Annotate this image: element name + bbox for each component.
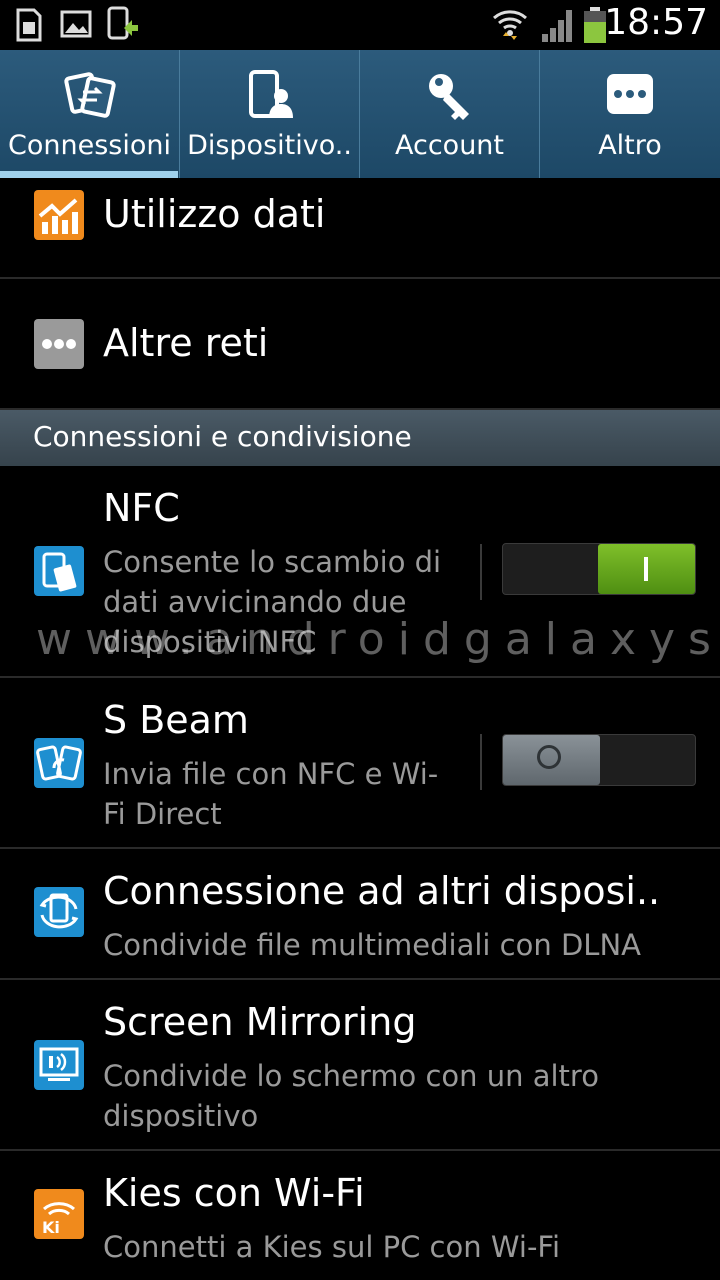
setting-title: Utilizzo dati bbox=[103, 192, 326, 236]
tab-altro[interactable]: Altro bbox=[540, 50, 720, 178]
data-usage-icon bbox=[34, 190, 84, 240]
device-icon bbox=[248, 70, 293, 118]
more-icon bbox=[607, 74, 653, 114]
setting-subtitle-line: dispositivo bbox=[103, 1099, 259, 1133]
tab-label: Dispositivo.. bbox=[187, 130, 352, 161]
nfc-icon bbox=[34, 546, 84, 596]
setting-kies-wifi[interactable]: Ki Kies con Wi-Fi Connetti a Kies sul PC… bbox=[0, 1151, 720, 1280]
active-tab-indicator bbox=[0, 171, 178, 178]
connections-icon bbox=[63, 72, 116, 118]
setting-subtitle-line: Condivide file multimediali con DLNA bbox=[103, 928, 641, 962]
setting-title: S Beam bbox=[103, 698, 249, 742]
svg-text:Ki: Ki bbox=[42, 1218, 60, 1237]
setting-title: Altre reti bbox=[103, 321, 269, 365]
tab-label: Connessioni bbox=[8, 130, 171, 161]
setting-subtitle-line: Fi Direct bbox=[103, 797, 222, 831]
tab-account[interactable]: Account bbox=[360, 50, 540, 178]
tab-connessioni[interactable]: Connessioni bbox=[0, 50, 180, 178]
signal-icon bbox=[542, 10, 572, 42]
toggle-off-knob bbox=[503, 735, 600, 785]
divider bbox=[480, 734, 482, 790]
wifi-icon bbox=[493, 10, 527, 40]
setting-title: Screen Mirroring bbox=[103, 1000, 417, 1044]
setting-more-networks[interactable]: Altre reti bbox=[0, 279, 720, 410]
clock: 18:57 bbox=[604, 2, 708, 43]
sd-card-icon bbox=[16, 8, 42, 42]
nfc-toggle[interactable] bbox=[502, 543, 696, 595]
toggle-on-knob bbox=[598, 544, 695, 594]
settings-tab-bar: Connessioni Dispositivo.. Account Altro bbox=[0, 50, 720, 178]
more-networks-icon bbox=[34, 319, 84, 369]
key-icon bbox=[428, 74, 469, 120]
tab-label: Altro bbox=[598, 130, 662, 161]
setting-screen-mirroring[interactable]: Screen Mirroring Condivide lo schermo co… bbox=[0, 980, 720, 1151]
watermark: www.androidgalaxys.net bbox=[36, 614, 720, 665]
nearby-devices-icon bbox=[34, 887, 84, 937]
setting-title: Connessione ad altri disposi.. bbox=[103, 869, 661, 913]
kies-icon: Ki bbox=[34, 1189, 84, 1239]
phone-update-icon bbox=[107, 6, 138, 40]
setting-subtitle-line: Consente lo scambio di bbox=[103, 545, 442, 579]
setting-s-beam[interactable]: S Beam Invia file con NFC e Wi- Fi Direc… bbox=[0, 678, 720, 849]
tab-label: Account bbox=[394, 130, 504, 161]
s-beam-toggle[interactable] bbox=[502, 734, 696, 786]
tab-dispositivo[interactable]: Dispositivo.. bbox=[180, 50, 360, 178]
setting-title: Kies con Wi-Fi bbox=[103, 1171, 365, 1215]
image-icon bbox=[60, 10, 92, 38]
section-title: Connessioni e condivisione bbox=[33, 420, 412, 453]
section-header: Connessioni e condivisione bbox=[0, 410, 720, 466]
setting-subtitle-line: Condivide lo schermo con un altro bbox=[103, 1059, 599, 1093]
status-bar: 18:57 bbox=[0, 0, 720, 50]
setting-data-usage[interactable]: Utilizzo dati bbox=[0, 178, 720, 279]
divider bbox=[480, 544, 482, 600]
setting-subtitle-line: Invia file con NFC e Wi- bbox=[103, 757, 439, 791]
setting-title: NFC bbox=[103, 486, 180, 530]
setting-subtitle-line: Connetti a Kies sul PC con Wi-Fi bbox=[103, 1230, 561, 1264]
screen-mirroring-icon bbox=[34, 1040, 84, 1090]
s-beam-icon bbox=[34, 738, 84, 788]
setting-nearby-devices[interactable]: Connessione ad altri disposi.. Condivide… bbox=[0, 849, 720, 980]
